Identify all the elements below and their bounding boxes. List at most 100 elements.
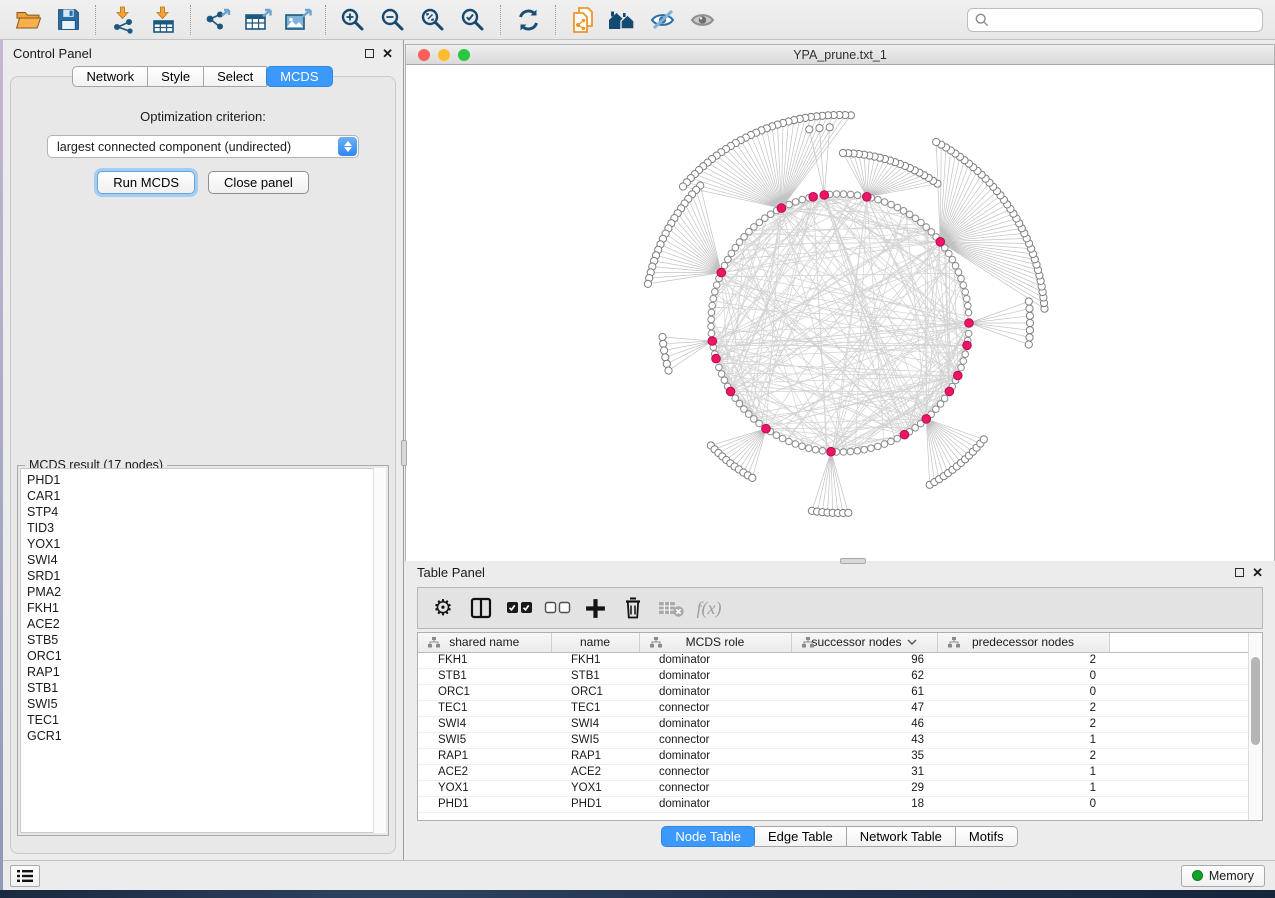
network-node[interactable] [847,191,854,198]
network-node[interactable] [894,204,901,211]
network-node[interactable] [708,316,715,323]
table-cell[interactable]: 0 [937,796,1109,812]
table-cell[interactable]: 61 [791,684,937,700]
network-node[interactable] [946,250,953,257]
float-panel-icon[interactable] [1235,568,1244,577]
search-input[interactable] [994,13,1255,27]
mcds-node-item[interactable]: SRD1 [27,568,385,584]
network-node[interactable] [941,395,948,402]
mcds-hub-node[interactable] [809,193,818,202]
network-node[interactable] [779,435,786,442]
network-leaf-node[interactable] [1026,334,1033,341]
mcds-hub-node[interactable] [762,424,771,433]
mcds-node-item[interactable]: STB1 [27,680,385,696]
mcds-hub-node[interactable] [900,430,909,439]
mcds-node-item[interactable]: YOX1 [27,536,385,552]
table-row[interactable]: STB1STB1dominator620 [418,668,1248,684]
mcds-node-item[interactable]: FKH1 [27,600,385,616]
mcds-node-item[interactable]: SWI4 [27,552,385,568]
memory-button[interactable]: Memory [1181,865,1265,887]
horizontal-splitter-handle[interactable] [840,558,866,564]
add-column-button[interactable] [578,591,612,625]
table-cell[interactable]: ACE2 [418,764,551,780]
mcds-hub-node[interactable] [963,341,972,350]
network-node[interactable] [854,192,861,199]
mcds-node-item[interactable]: PMA2 [27,584,385,600]
table-row[interactable]: ORC1ORC1dominator610 [418,684,1248,700]
mcds-node-item[interactable]: SWI5 [27,696,385,712]
column-header[interactable]: shared name [418,633,551,652]
network-leaf-node[interactable] [1025,298,1032,305]
table-cell[interactable]: ORC1 [418,684,551,700]
network-node[interactable] [799,196,806,203]
mcds-node-item[interactable]: TEC1 [27,712,385,728]
mcds-hub-node[interactable] [954,371,963,380]
mcds-hub-node[interactable] [726,387,735,396]
table-cell[interactable]: 2 [937,716,1109,732]
network-leaf-node[interactable] [1026,312,1033,319]
refresh-button[interactable] [508,3,548,37]
network-node[interactable] [868,445,875,452]
table-cell[interactable]: 62 [791,668,937,684]
network-node[interactable] [894,435,901,442]
delete-column-button[interactable] [616,591,650,625]
zoom-out-button[interactable] [373,3,413,37]
network-node[interactable] [786,438,793,445]
tab-style[interactable]: Style [147,66,204,87]
network-node[interactable] [875,443,882,450]
table-cell[interactable]: 46 [791,716,937,732]
zoom-fit-button[interactable] [413,3,453,37]
network-leaf-node[interactable] [661,347,668,354]
search-box[interactable] [967,8,1263,32]
table-cell[interactable]: 2 [937,700,1109,716]
table-cell[interactable]: 0 [937,684,1109,700]
network-leaf-node[interactable] [845,509,852,516]
table-cell[interactable]: SWI5 [418,732,551,748]
table-cell[interactable]: STB1 [551,668,639,684]
network-node[interactable] [900,208,907,215]
network-node[interactable] [906,211,913,218]
table-cell[interactable]: connector [639,780,791,796]
table-cell[interactable]: PHD1 [551,796,639,812]
network-node[interactable] [881,441,888,448]
table-row[interactable]: TEC1TEC1connector472 [418,700,1248,716]
show-all-button[interactable] [683,3,723,37]
network-leaf-node[interactable] [644,280,651,287]
network-node[interactable] [728,250,735,257]
table-cell[interactable]: ORC1 [551,684,639,700]
run-mcds-button[interactable]: Run MCDS [97,171,195,194]
clone-network-button[interactable] [563,3,603,37]
network-leaf-node[interactable] [662,354,669,361]
table-cell[interactable]: 47 [791,700,937,716]
float-panel-icon[interactable] [365,49,374,58]
column-layout-button[interactable] [464,591,498,625]
table-row[interactable]: FKH1FKH1dominator962 [418,652,1248,668]
network-node[interactable] [960,282,967,289]
mcds-hub-node[interactable] [965,319,974,328]
network-node[interactable] [799,443,806,450]
table-cell[interactable]: dominator [639,668,791,684]
table-cell[interactable]: dominator [639,748,791,764]
network-node[interactable] [786,201,793,208]
mcds-node-item[interactable]: STP4 [27,504,385,520]
table-cell[interactable]: connector [639,764,791,780]
network-node[interactable] [952,263,959,270]
zoom-selected-button[interactable] [453,3,493,37]
network-node[interactable] [840,191,847,198]
mcds-hub-node[interactable] [712,354,721,363]
network-node[interactable] [773,432,780,439]
network-node[interactable] [875,196,882,203]
network-node[interactable] [958,275,965,282]
mcds-node-item[interactable]: ACE2 [27,616,385,632]
network-leaf-node[interactable] [1025,341,1032,348]
table-cell[interactable]: FKH1 [418,652,551,668]
mcds-hub-node[interactable] [717,268,726,277]
tab-node-table[interactable]: Node Table [661,826,755,847]
table-cell[interactable]: SWI5 [551,732,639,748]
column-header[interactable]: MCDS role [639,633,791,652]
save-session-button[interactable] [48,3,88,37]
network-node[interactable] [861,446,868,453]
close-panel-icon[interactable]: ✕ [382,49,393,58]
mcds-result-list[interactable]: PHD1CAR1STP4TID3YOX1SWI4SRD1PMA2FKH1ACE2… [20,468,386,833]
network-node[interactable] [888,201,895,208]
